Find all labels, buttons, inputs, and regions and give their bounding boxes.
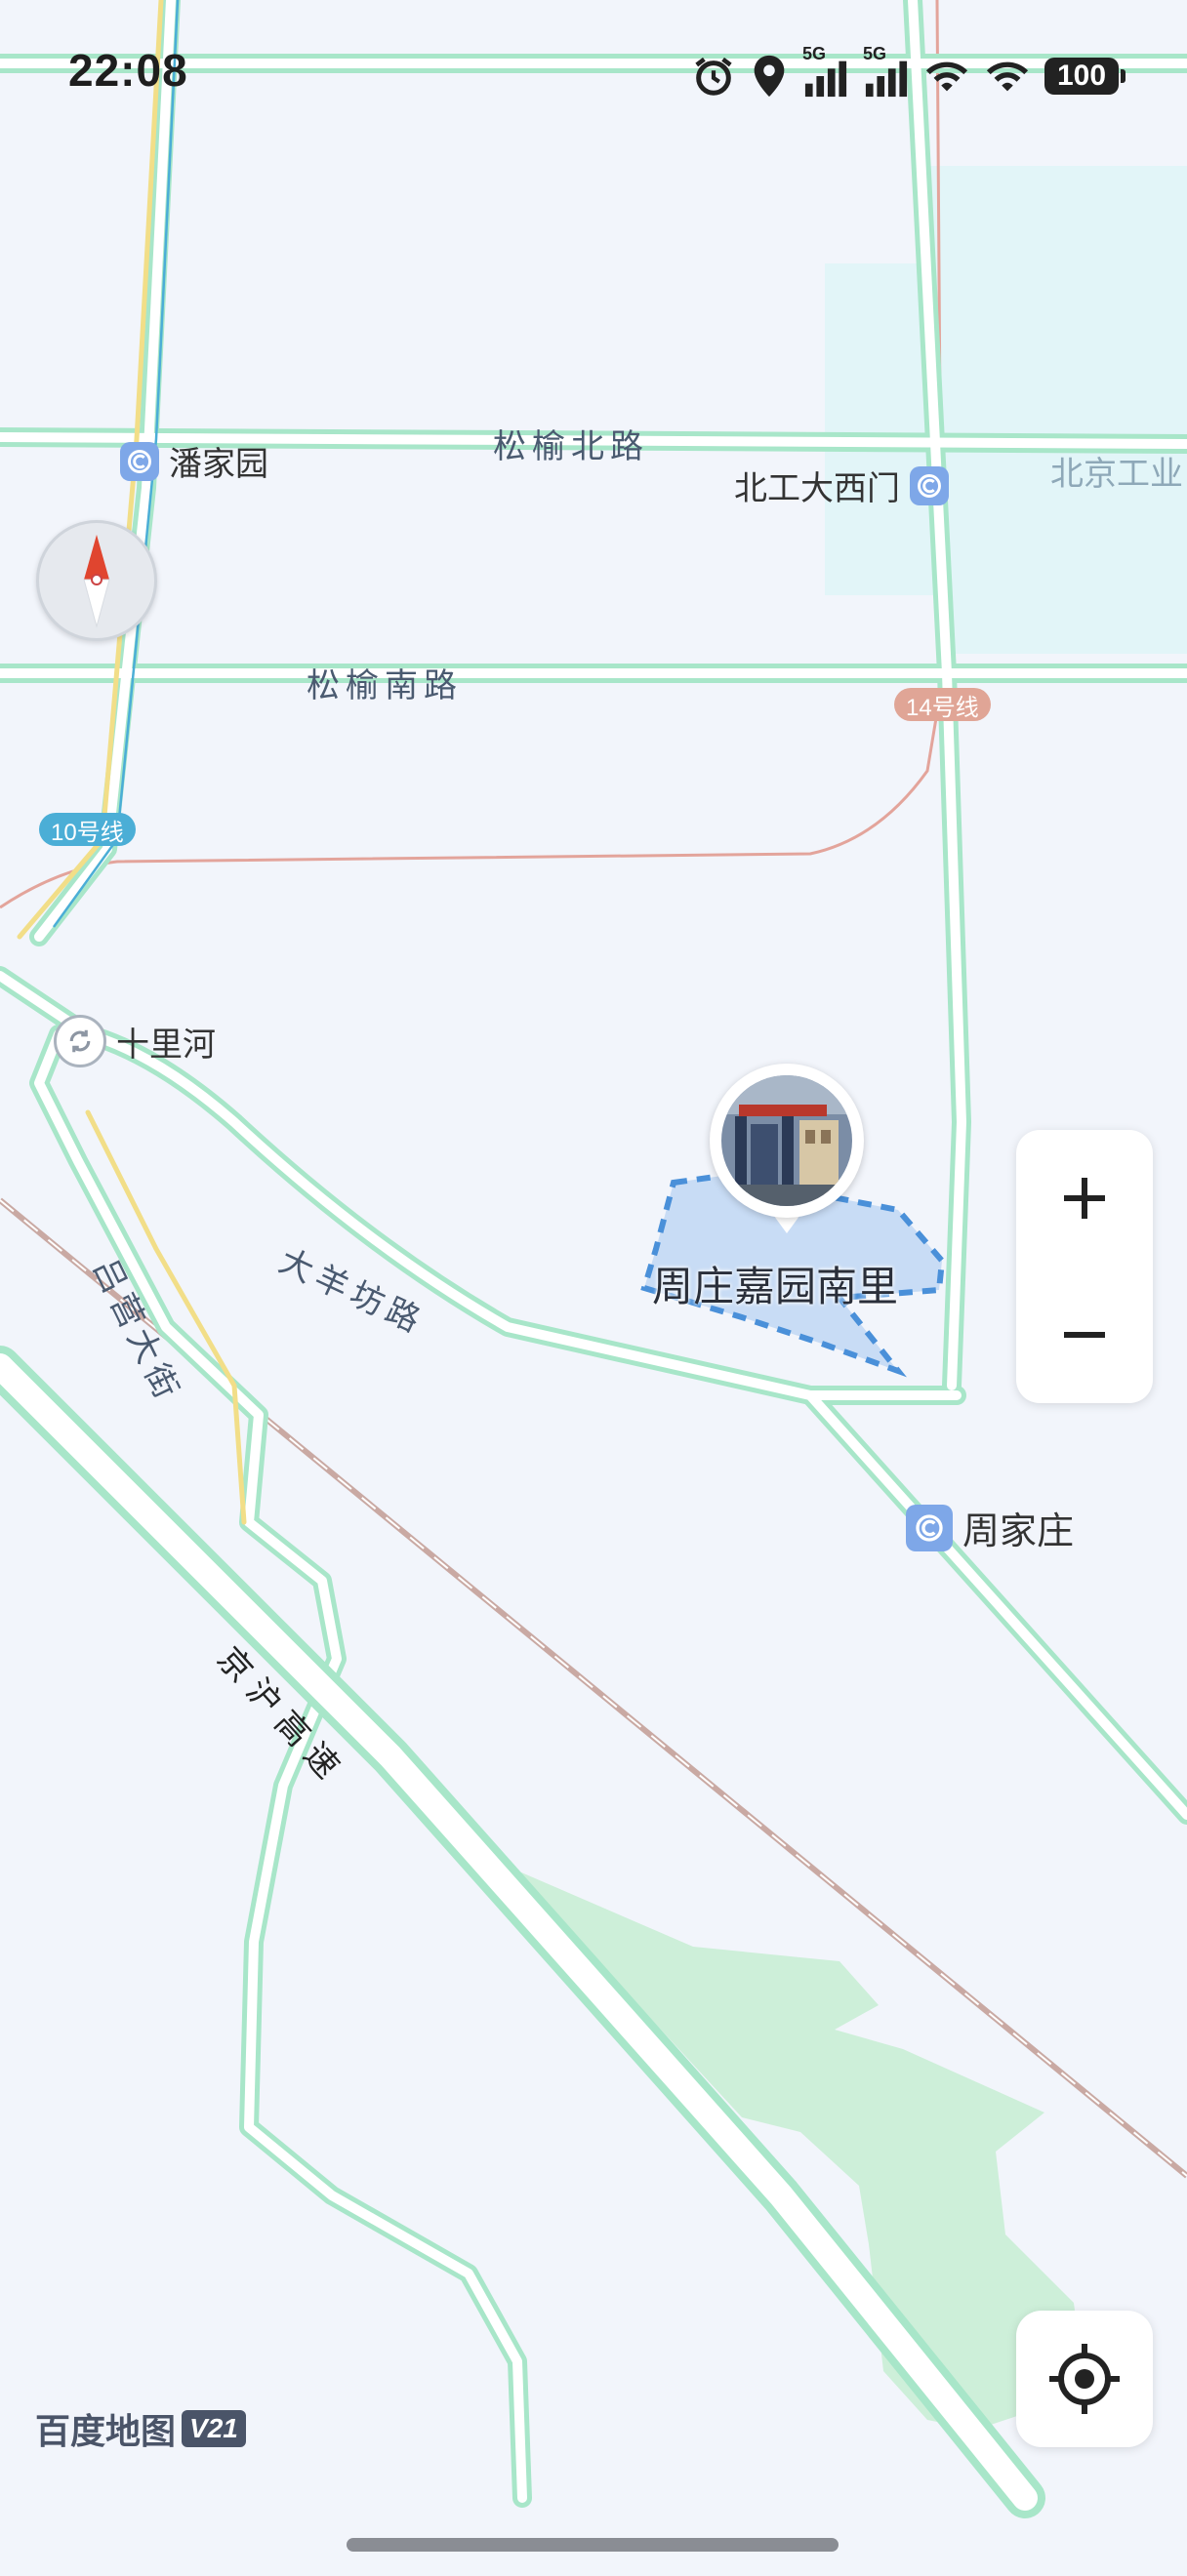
zoom-control xyxy=(1016,1130,1153,1403)
status-bar: 22:08 5G 5G 100 xyxy=(0,0,1187,146)
place-label-beijing-gongye: 北京工业 xyxy=(1050,456,1183,493)
station-zhoujiazhuang[interactable]: 周家庄 xyxy=(906,1501,1074,1554)
station-label: 周家庄 xyxy=(962,1511,1075,1552)
alarm-icon xyxy=(691,54,736,99)
subway-badge-line10: 10号线 xyxy=(39,813,136,846)
compass-icon xyxy=(83,535,110,628)
zoom-in-button[interactable] xyxy=(1016,1130,1153,1267)
poi-marker-frame xyxy=(710,1064,864,1218)
signal-5g-icon: 5G xyxy=(863,44,910,99)
wifi-icon xyxy=(984,54,1031,99)
battery-indicator: 100 xyxy=(1044,58,1126,95)
signal-5g-icon: 5G xyxy=(802,44,849,99)
poi-photo xyxy=(721,1075,852,1206)
wifi-icon xyxy=(923,54,970,99)
location-icon xyxy=(750,54,789,99)
logo-text: 百度地图 xyxy=(35,2411,177,2451)
station-label: 北工大西门 xyxy=(734,470,900,507)
baidu-map-logo: 百度地图 V21 xyxy=(35,2403,246,2454)
station-beigong-daximen[interactable]: 北工大西门 xyxy=(734,462,949,509)
road-label-songyu-south: 松榆南路 xyxy=(307,667,463,704)
subway-station-icon xyxy=(910,465,949,505)
roundabout-icon xyxy=(54,1015,106,1067)
subway-badge-line14: 14号线 xyxy=(894,688,991,721)
locate-me-button[interactable] xyxy=(1016,2311,1153,2447)
place-label-shilihe: 十里河 xyxy=(116,1026,216,1064)
network-type-label: 5G xyxy=(863,44,887,63)
plus-icon xyxy=(1064,1178,1105,1219)
road-label-songyu-north: 松榆北路 xyxy=(493,428,649,465)
compass-button[interactable] xyxy=(36,520,157,641)
poi-marker[interactable] xyxy=(710,1064,864,1249)
subway-station-icon xyxy=(906,1504,953,1551)
campus-area xyxy=(825,166,1187,654)
station-label: 潘家园 xyxy=(169,446,268,483)
station-panjiayuan[interactable]: 潘家园 xyxy=(120,437,268,485)
home-indicator[interactable] xyxy=(347,2538,839,2552)
place-shilihe[interactable]: 十里河 xyxy=(54,1015,216,1067)
network-type-label: 5G xyxy=(802,44,827,63)
subway-station-icon xyxy=(120,441,159,481)
poi-name-label[interactable]: 周庄嘉园南里 xyxy=(652,1254,898,1313)
logo-version-badge: V21 xyxy=(182,2410,246,2447)
crosshair-icon xyxy=(1049,2344,1120,2414)
minus-icon xyxy=(1064,1332,1105,1338)
map-app: 22:08 5G 5G 100 松榆北路 松榆南路 大羊坊路 吕营大街 京沪高速… xyxy=(0,0,1187,2576)
status-icons: 5G 5G 100 xyxy=(691,44,1126,103)
map-canvas[interactable] xyxy=(0,0,1187,2576)
zoom-out-button[interactable] xyxy=(1016,1267,1153,1403)
status-time: 22:08 xyxy=(68,45,188,96)
green-area xyxy=(512,1869,1084,2430)
